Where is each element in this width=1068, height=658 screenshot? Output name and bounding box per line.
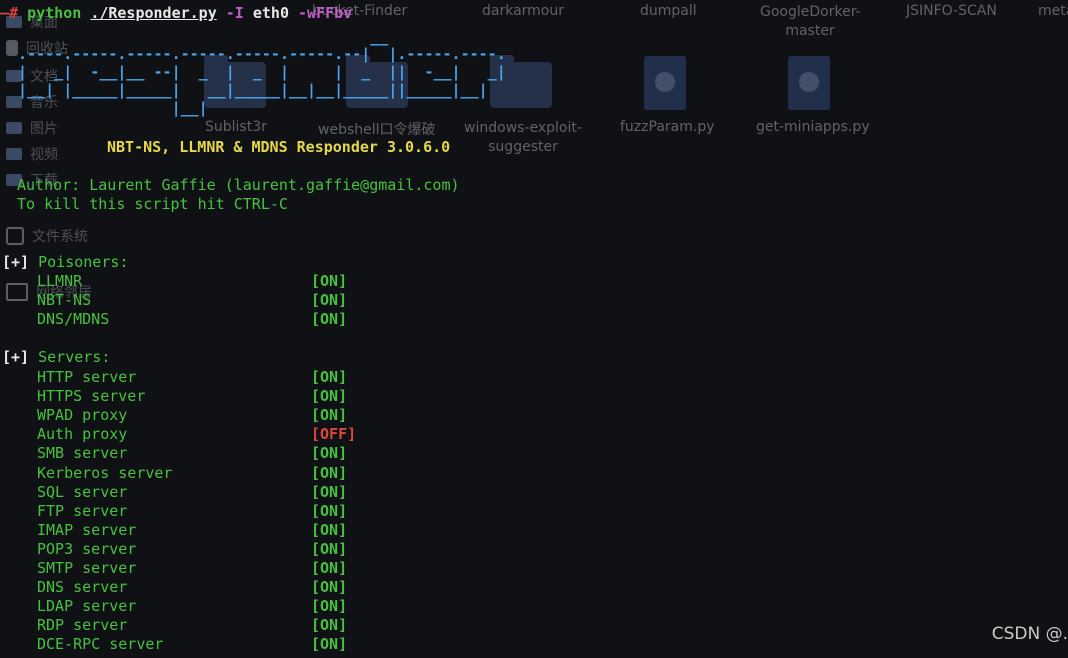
status-badge: [ON]	[311, 310, 348, 329]
status-badge: [ON]	[311, 406, 348, 425]
status-badge: [ON]	[311, 482, 348, 501]
status-badge: [ON]	[311, 501, 348, 520]
status-row-name: POP3 server	[37, 539, 137, 558]
command-iface: eth0	[252, 4, 289, 22]
prompt-symbol: —#	[0, 4, 19, 22]
status-row-name: DCE-RPC server	[37, 635, 164, 654]
poisoners-header: [+] Poisoners:	[2, 253, 129, 271]
status-badge: [ON]	[311, 635, 348, 654]
status-badge: [ON]	[311, 597, 348, 616]
responder-title: NBT-NS, LLMNR & MDNS Responder 3.0.6.0	[107, 138, 451, 156]
status-badge: [ON]	[311, 520, 348, 539]
status-badge: [ON]	[311, 559, 348, 577]
status-badge: [ON]	[311, 616, 348, 635]
status-row-name: DNS/MDNS	[37, 310, 110, 329]
banner-line-2: .----.-----.-----.-----.-----.-----.--| …	[0, 45, 506, 63]
status-row-name: SQL server	[37, 482, 128, 501]
status-row-name: DNS server	[37, 578, 128, 597]
terminal-output[interactable]: —# python ./Responder.py -I eth0 -wFFbv …	[0, 0, 1068, 658]
csdn-watermark: CSDN @.	[991, 624, 1068, 644]
status-badge: [ON]	[311, 387, 348, 406]
status-row-name: WPAD proxy	[37, 406, 128, 425]
status-badge: [ON]	[311, 539, 348, 558]
status-badge: [ON]	[311, 463, 348, 482]
status-row-name: HTTP server	[37, 368, 137, 386]
status-badge: [OFF]	[311, 425, 357, 444]
status-badge: [ON]	[311, 291, 348, 310]
status-row-name: FTP server	[37, 501, 128, 520]
status-row-name: LLMNR	[37, 272, 83, 290]
command-line: —# python ./Responder.py -I eth0 -wFFbv	[0, 4, 352, 23]
status-row-name: SMB server	[37, 444, 128, 463]
status-row-name: LDAP server	[37, 597, 137, 616]
status-badge: [ON]	[311, 272, 348, 290]
banner-line-4: |__| |_____|_____| __|_____|__|__|_____|…	[0, 81, 488, 99]
command-script: ./Responder.py	[90, 4, 217, 22]
status-row-name: SMTP server	[37, 559, 137, 577]
status-badge: [ON]	[311, 444, 348, 463]
servers-header: [+] Servers:	[2, 348, 111, 366]
status-badge: [ON]	[311, 368, 348, 386]
status-row-name: HTTPS server	[37, 387, 146, 406]
status-row-name: Auth proxy	[37, 425, 128, 444]
banner-line-5: |__|	[0, 99, 208, 117]
command-opts: -wFFbv	[298, 4, 353, 22]
banner-line-3: | _| -__|__ --| _ | _ | | _ || -__| _|	[0, 63, 506, 81]
command-program: python	[27, 4, 82, 22]
command-flag: -I	[225, 4, 244, 22]
status-row-name: Kerberos server	[37, 463, 173, 482]
author-line: Author: Laurent Gaffie (laurent.gaffie@g…	[17, 176, 460, 194]
status-row-name: IMAP server	[37, 520, 137, 539]
kill-hint-line: To kill this script hit CTRL-C	[17, 195, 288, 213]
status-badge: [ON]	[311, 578, 348, 597]
status-row-name: RDP server	[37, 616, 128, 635]
status-row-name: NBT-NS	[37, 291, 92, 310]
